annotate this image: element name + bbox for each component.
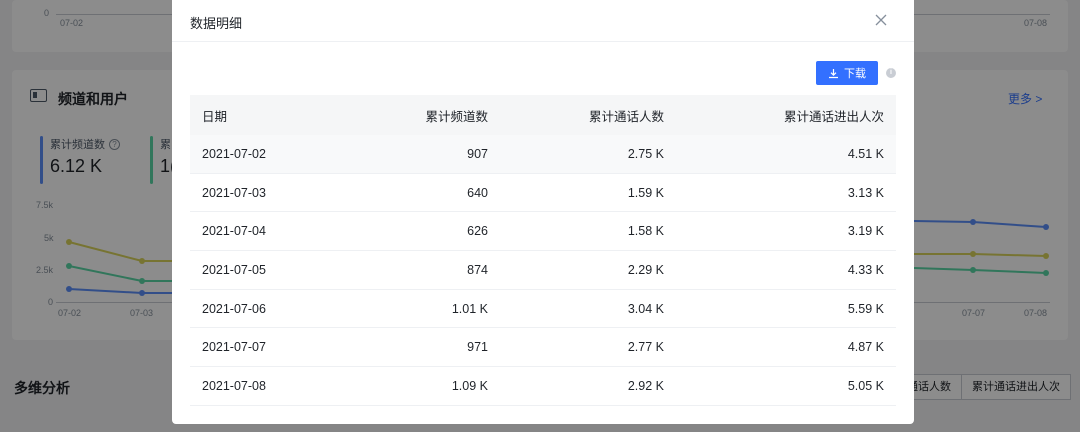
cell-call-entries: 4.87 K [847,340,884,355]
cell-channels: 874 [467,262,488,277]
download-label: 下载 [844,68,866,80]
column-header-call-users: 累计通话人数 [588,109,664,124]
cell-call-users: 1.59 K [627,185,664,200]
cell-channels: 1.09 K [451,378,488,393]
cell-call-users: 3.04 K [627,301,664,316]
table-row: 2021-07-07 971 2.77 K 4.87 K [190,328,896,368]
table-row: 2021-07-06 1.01 K 3.04 K 5.59 K [190,290,896,329]
cell-call-entries: 3.13 K [847,185,884,200]
data-detail-modal: 数据明细 下载 i 日期 累计频道数 累计通话人数 累计通话进出人次 2021-… [172,0,914,424]
download-button[interactable]: 下载 [816,61,878,85]
cell-date: 2021-07-05 [202,262,266,277]
close-button[interactable] [874,13,888,27]
cell-date: 2021-07-04 [202,224,266,239]
cell-call-users: 2.29 K [627,262,664,277]
cell-channels: 1.01 K [451,301,488,316]
cell-date: 2021-07-03 [202,185,266,200]
column-header-channels: 累计频道数 [425,109,488,124]
download-icon [829,68,838,78]
cell-call-entries: 4.33 K [847,262,884,277]
table-header: 日期 累计频道数 累计通话人数 累计通话进出人次 [190,95,896,135]
cell-call-users: 2.75 K [627,146,664,161]
cell-channels: 907 [467,146,488,161]
data-table: 日期 累计频道数 累计通话人数 累计通话进出人次 2021-07-02 907 … [190,95,896,406]
cell-call-entries: 3.19 K [847,224,884,239]
cell-call-users: 2.92 K [627,378,664,393]
cell-call-users: 2.77 K [627,340,664,355]
cell-channels: 640 [467,185,488,200]
modal-header: 数据明细 [172,0,914,42]
table-row: 2021-07-02 907 2.75 K 4.51 K [190,135,896,174]
cell-channels: 626 [467,224,488,239]
column-header-date: 日期 [202,109,228,124]
close-icon [875,14,887,26]
cell-call-entries: 5.59 K [847,301,884,316]
modal-title: 数据明细 [190,16,243,31]
column-header-call-entries: 累计通话进出人次 [783,109,884,124]
cell-call-users: 1.58 K [627,224,664,239]
info-icon[interactable]: i [886,68,896,78]
table-row: 2021-07-05 874 2.29 K 4.33 K [190,251,896,290]
cell-date: 2021-07-06 [202,301,266,316]
cell-date: 2021-07-02 [202,146,266,161]
cell-call-entries: 5.05 K [847,378,884,393]
cell-date: 2021-07-07 [202,340,266,355]
table-row: 2021-07-03 640 1.59 K 3.13 K [190,174,896,213]
table-row: 2021-07-08 1.09 K 2.92 K 5.05 K [190,367,896,406]
cell-date: 2021-07-08 [202,378,266,393]
cell-call-entries: 4.51 K [847,146,884,161]
table-row: 2021-07-04 626 1.58 K 3.19 K [190,212,896,252]
cell-channels: 971 [467,340,488,355]
